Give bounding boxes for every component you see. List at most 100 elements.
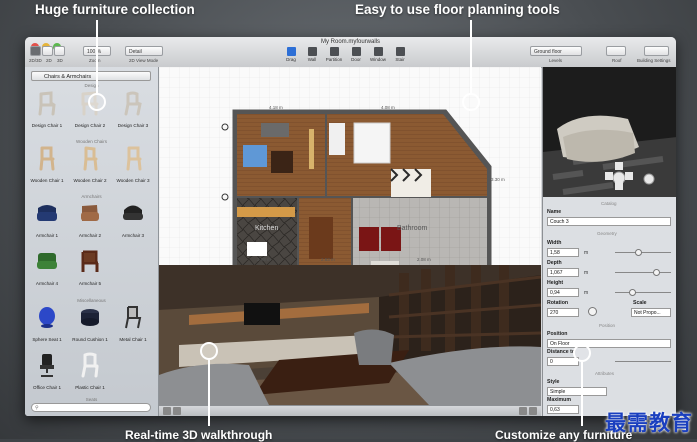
window-title: My Room.myfourwalls	[320, 39, 380, 45]
chair-icon	[83, 146, 98, 171]
depth-slider-knob[interactable]	[653, 269, 660, 276]
geometry-label: Geometry	[597, 231, 617, 236]
depth-label: Depth	[547, 260, 562, 266]
stair-icon	[395, 47, 405, 56]
category-select[interactable]: Chairs & Armchairs	[31, 71, 151, 81]
chair-icon	[124, 91, 142, 116]
metal-chair-icon	[125, 306, 142, 329]
callout-furniture: Huge furniture collection	[35, 2, 195, 17]
tool-partition[interactable]: Partition	[324, 47, 344, 62]
preview-scene	[543, 67, 676, 197]
furniture-item[interactable]: Wooden Chair 2	[70, 145, 110, 183]
callout-pin	[462, 93, 480, 111]
armchair-icon	[81, 250, 99, 272]
width-slider-knob[interactable]	[635, 249, 642, 256]
tool-door[interactable]: Door	[346, 47, 366, 62]
callout-pin	[88, 93, 106, 111]
building-settings-button[interactable]	[644, 46, 669, 56]
scale-select[interactable]: Not Propo...	[631, 308, 671, 317]
name-label: Name	[547, 209, 562, 215]
furniture-item[interactable]: Armchair 2	[70, 200, 110, 238]
section-seats: Seats	[85, 397, 98, 402]
style-select[interactable]: Simple	[547, 387, 607, 396]
zoom-label: Zoom	[89, 58, 101, 63]
watermark-text: 最需教育	[605, 410, 693, 435]
furniture-item[interactable]: Armchair 5	[70, 248, 110, 286]
position-section-label: Position	[599, 323, 616, 328]
position-label: Position	[547, 331, 568, 337]
distance-slider[interactable]	[615, 361, 671, 362]
roof-button[interactable]	[606, 46, 626, 56]
object-preview[interactable]	[543, 67, 676, 197]
callout-pin-line	[96, 20, 98, 93]
rotation-field[interactable]: 270	[547, 308, 579, 317]
scale-label: Scale	[633, 300, 647, 306]
rotation-dial[interactable]	[588, 307, 597, 316]
furniture-item[interactable]: Metal Chair 1	[113, 304, 153, 342]
width-label: Width	[547, 240, 562, 246]
furniture-item[interactable]: Wooden Chair 3	[113, 145, 153, 183]
view-2d-button[interactable]	[42, 46, 53, 56]
armchair-icon	[123, 205, 143, 220]
width-field[interactable]: 1,58	[547, 248, 579, 257]
callout-pin-line	[208, 360, 210, 426]
height-slider[interactable]	[615, 292, 671, 293]
pointer-icon	[286, 47, 296, 56]
furniture-item[interactable]: Armchair 3	[113, 200, 153, 238]
section-design: Design	[84, 83, 99, 88]
eye-icon[interactable]	[529, 407, 537, 415]
view-3d-label: 3D	[57, 58, 63, 63]
callout-3d-walkthrough: Real-time 3D walkthrough	[125, 428, 273, 442]
pen-icon[interactable]	[519, 407, 527, 415]
camera-button[interactable]	[173, 407, 181, 415]
furniture-item[interactable]: Armchair 4	[27, 248, 67, 286]
height-slider-knob[interactable]	[629, 289, 636, 296]
armchair-icon	[37, 253, 57, 269]
maximum-field[interactable]: 0,63	[547, 405, 579, 414]
walkthrough-3d-view[interactable]	[159, 265, 541, 405]
level-select[interactable]: Ground floor	[530, 46, 582, 56]
furniture-item[interactable]: Design Chair 1	[27, 90, 67, 128]
callout-pin	[573, 344, 591, 362]
view-mode-label: 2D View Mode	[129, 58, 159, 63]
detail-select[interactable]: Detail	[125, 46, 163, 56]
search-icon: ⚲	[35, 405, 39, 411]
tool-wall[interactable]: Wall	[302, 47, 322, 62]
height-field[interactable]: 0,94	[547, 288, 579, 297]
furniture-item[interactable]: Office Chair 1	[27, 352, 67, 390]
style-label: Style	[547, 379, 560, 385]
tool-window[interactable]: Window	[368, 47, 388, 62]
view-toggle-button[interactable]	[163, 407, 171, 415]
position-select[interactable]: On Floor	[547, 339, 671, 348]
tool-stair[interactable]: Stair	[390, 47, 410, 62]
view-3d-button[interactable]	[54, 46, 65, 56]
chair-icon	[39, 146, 55, 171]
furniture-item[interactable]: Plastic Chair 1	[70, 352, 110, 390]
chair-icon	[38, 91, 56, 116]
view-2d3d-button[interactable]	[30, 46, 41, 56]
depth-field[interactable]: 1,067	[547, 268, 579, 277]
width-unit: m	[584, 250, 589, 256]
floor-plan-view[interactable]: Kitchen Bathroom 4.18 m 4.08 m 2.98 m 2.…	[159, 67, 541, 280]
building-settings-label: Building Settings	[637, 58, 671, 63]
furniture-item[interactable]: Armchair 1	[27, 200, 67, 238]
callout-pin	[200, 342, 218, 360]
furniture-item[interactable]: Wooden Chair 1	[27, 145, 67, 183]
callout-floor-planning: Easy to use floor planning tools	[355, 2, 560, 17]
rotation-label: Rotation	[547, 300, 569, 306]
dimension-label: 3.30 m	[491, 177, 505, 182]
tool-drag[interactable]: Drag	[281, 47, 301, 62]
search-input[interactable]: ⚲	[31, 403, 151, 412]
width-slider[interactable]	[615, 252, 671, 253]
furniture-item[interactable]: Round Cushion 1	[70, 304, 110, 342]
furniture-item[interactable]: Design Chair 3	[113, 90, 153, 128]
armchair-icon	[81, 205, 99, 221]
callout-pin-line	[581, 362, 583, 426]
name-field[interactable]: Couch 3	[547, 217, 671, 226]
furniture-item[interactable]: Sphere Seat 1	[27, 304, 67, 342]
room-label-bathroom: Bathroom	[397, 225, 428, 232]
office-chair-icon	[40, 354, 54, 377]
depth-slider[interactable]	[615, 272, 671, 273]
wall-icon	[307, 47, 317, 56]
door-icon	[351, 47, 361, 56]
